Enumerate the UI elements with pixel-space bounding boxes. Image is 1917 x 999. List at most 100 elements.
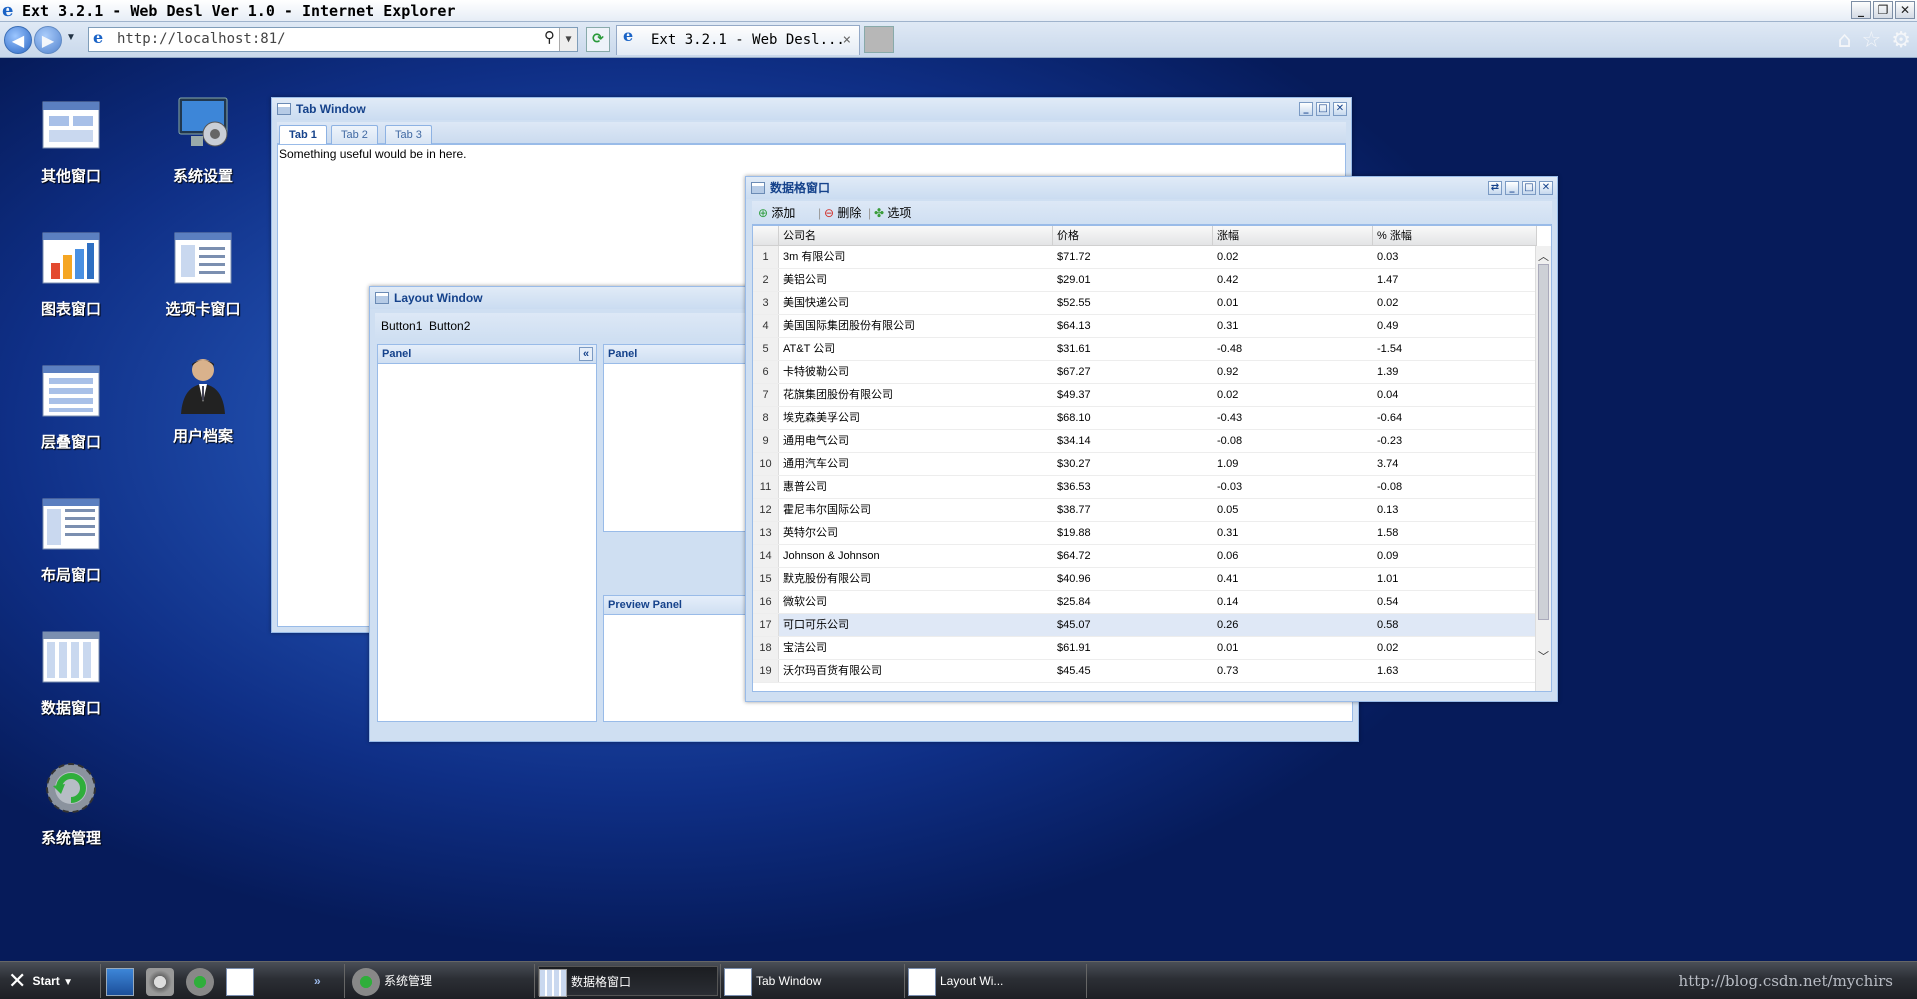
task-label: 数据格窗口 (571, 975, 632, 989)
quicklaunch-desktop[interactable] (106, 966, 138, 996)
table-row[interactable]: 13 英特尔公司 $19.88 0.31 1.58 (753, 522, 1537, 545)
table-row[interactable]: 5 AT&T 公司 $31.61 -0.48 -1.54 (753, 338, 1537, 361)
table-row[interactable]: 16 微软公司 $25.84 0.14 0.54 (753, 591, 1537, 614)
table-row[interactable]: 4 美国国际集团股份有限公司 $64.13 0.31 0.49 (753, 315, 1537, 338)
quicklaunch-settings[interactable] (146, 966, 178, 996)
desktop-icon-system-management[interactable]: 系统管理 (6, 758, 136, 868)
quicklaunch-window[interactable] (226, 966, 258, 996)
desktop-icon-tab-window[interactable]: 选项卡窗口 (138, 229, 268, 339)
table-cell: 0.02 (1217, 251, 1239, 263)
gear-icon[interactable]: ⚙ (1891, 28, 1911, 53)
scroll-up-icon[interactable]: ︿ (1536, 248, 1551, 264)
back-arrow-icon[interactable]: ◀ (4, 26, 32, 54)
desktop-icon-user-profile[interactable]: 用户档案 (138, 356, 268, 466)
row-number: 8 (753, 407, 779, 429)
table-row[interactable]: 2 美铝公司 $29.01 0.42 1.47 (753, 269, 1537, 292)
refresh-icon[interactable]: ⇄ (1488, 181, 1502, 195)
collapse-icon[interactable]: « (579, 347, 593, 361)
task-layout-window[interactable]: Layout Wi... (908, 966, 1084, 996)
button1[interactable]: Button1 (381, 313, 422, 339)
desktop-icon-chart-window[interactable]: 图表窗口 (6, 229, 136, 339)
close-icon[interactable]: ✕ (1539, 181, 1553, 195)
task-system-management[interactable]: 系统管理 (352, 966, 532, 996)
tab-close-icon[interactable]: × (843, 26, 851, 54)
column-header-price[interactable]: 价格 (1053, 226, 1213, 246)
search-icon[interactable]: ⚲ (544, 28, 555, 46)
minimize-button[interactable]: _ (1851, 1, 1871, 19)
minimize-icon[interactable]: _ (1299, 102, 1313, 116)
star-icon[interactable]: ☆ (1862, 28, 1882, 53)
row-number: 4 (753, 315, 779, 337)
desktop-icon-layout-window[interactable]: 布局窗口 (6, 495, 136, 605)
table-row[interactable]: 12 霍尼韦尔国际公司 $38.77 0.05 0.13 (753, 499, 1537, 522)
column-header-company[interactable]: 公司名 (779, 226, 1053, 246)
scrollbar-thumb[interactable] (1538, 264, 1549, 620)
new-tab-button[interactable] (864, 26, 894, 53)
table-cell: 埃克森美孚公司 (783, 412, 860, 424)
tab-1[interactable]: Tab 1 (279, 125, 327, 146)
close-icon[interactable]: ✕ (1333, 102, 1347, 116)
scroll-down-icon[interactable]: ﹀ (1536, 648, 1551, 664)
quicklaunch-manage[interactable] (186, 966, 218, 996)
desktop-icon-label: 系统管理 (40, 829, 101, 847)
table-row[interactable]: 10 通用汽车公司 $30.27 1.09 3.74 (753, 453, 1537, 476)
options-label: 选项 (887, 206, 912, 220)
table-row[interactable]: 7 花旗集团股份有限公司 $49.37 0.02 0.04 (753, 384, 1537, 407)
forward-arrow-icon[interactable]: ▶ (34, 26, 62, 54)
table-row[interactable]: 14 Johnson & Johnson $64.72 0.06 0.09 (753, 545, 1537, 568)
ie-logo-icon: e (2, 0, 14, 21)
tab-2[interactable]: Tab 2 (331, 125, 378, 145)
table-row[interactable]: 8 埃克森美孚公司 $68.10 -0.43 -0.64 (753, 407, 1537, 430)
refresh-icon[interactable]: ⟳ (586, 27, 610, 52)
start-button[interactable]: ✕ Start ▼ (8, 966, 73, 996)
table-row[interactable]: 15 默克股份有限公司 $40.96 0.41 1.01 (753, 568, 1537, 591)
row-number: 13 (753, 522, 779, 544)
desktop-icon-system-settings[interactable]: 系统设置 (138, 96, 268, 206)
button2[interactable]: Button2 (429, 313, 470, 339)
table-row[interactable]: 17 可口可乐公司 $45.07 0.26 0.58 (753, 614, 1537, 637)
table-row[interactable]: 19 沃尔玛百货有限公司 $45.45 0.73 1.63 (753, 660, 1537, 683)
restore-button[interactable]: ❐ (1873, 1, 1893, 19)
column-header-change[interactable]: 涨幅 (1213, 226, 1373, 246)
close-button[interactable]: ✕ (1895, 1, 1915, 19)
task-grid-window[interactable]: 数据格窗口 (538, 966, 718, 997)
address-dropdown-icon[interactable]: ▼ (559, 28, 577, 51)
start-logo-icon: ✕ (8, 969, 27, 995)
table-row[interactable]: 18 宝洁公司 $61.91 0.01 0.02 (753, 637, 1537, 660)
table-row[interactable]: 11 惠普公司 $36.53 -0.03 -0.08 (753, 476, 1537, 499)
taskbar-more-icon[interactable]: » (314, 966, 321, 996)
desktop-icon-data-window[interactable]: 数据窗口 (6, 628, 136, 738)
address-bar[interactable]: e http://localhost:81/ ⚲ ▼ (88, 27, 578, 52)
desktop-icon-cascade-window[interactable]: 层叠窗口 (6, 362, 136, 472)
grid-window[interactable]: 数据格窗口 ⇄ _ □ ✕ ⊕ 添加 | ⊖ 删除 | ✤ 选项 公司名 价格 … (745, 176, 1558, 702)
table-row[interactable]: 9 通用电气公司 $34.14 -0.08 -0.23 (753, 430, 1537, 453)
add-button[interactable]: ⊕ 添加 (758, 201, 795, 225)
maximize-icon[interactable]: □ (1522, 181, 1536, 195)
table-row[interactable]: 6 卡特彼勒公司 $67.27 0.92 1.39 (753, 361, 1537, 384)
taskbar-separator (1086, 964, 1087, 998)
table-cell: 通用电气公司 (783, 435, 849, 447)
browser-tab[interactable]: e Ext 3.2.1 - Web Desl... × (616, 25, 860, 55)
tab-3[interactable]: Tab 3 (385, 125, 432, 145)
column-header-pct-change[interactable]: % 涨幅 (1373, 226, 1537, 246)
history-dropdown-icon[interactable]: ▼ (66, 32, 76, 43)
home-icon[interactable]: ⌂ (1838, 28, 1852, 53)
vertical-scrollbar[interactable]: ︿ ﹀ (1535, 246, 1551, 691)
row-number: 6 (753, 361, 779, 383)
tab-window-header[interactable]: Tab Window _ □ ✕ (272, 98, 1351, 120)
delete-button[interactable]: ⊖ 删除 (824, 201, 861, 225)
minimize-icon[interactable]: _ (1505, 181, 1519, 195)
table-cell: $64.13 (1057, 320, 1091, 332)
tab-strip: Tab 1 Tab 2 Tab 3 (277, 122, 1346, 146)
start-label: Start (32, 974, 60, 988)
options-button[interactable]: ✤ 选项 (874, 201, 911, 225)
maximize-icon[interactable]: □ (1316, 102, 1330, 116)
table-row[interactable]: 1 3m 有限公司 $71.72 0.02 0.03 (753, 246, 1537, 269)
row-number: 9 (753, 430, 779, 452)
table-cell: -0.08 (1217, 435, 1243, 447)
task-tab-window[interactable]: Tab Window (724, 966, 902, 996)
grid-window-header[interactable]: 数据格窗口 ⇄ _ □ ✕ (746, 177, 1557, 199)
url-text[interactable]: http://localhost:81/ (117, 28, 286, 51)
desktop-icon-other-window[interactable]: 其他窗口 (6, 96, 136, 206)
table-row[interactable]: 3 美国快递公司 $52.55 0.01 0.02 (753, 292, 1537, 315)
